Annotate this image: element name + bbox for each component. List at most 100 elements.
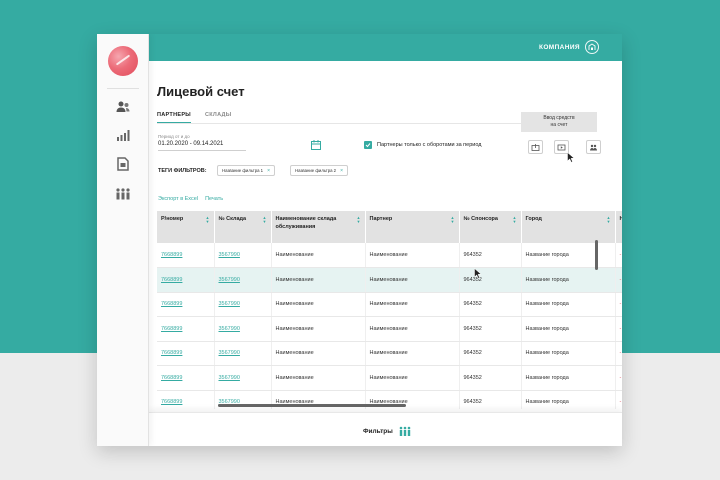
team-icon[interactable]: [114, 185, 132, 203]
mouse-cursor-icon: [474, 268, 482, 279]
table-cell: 7668899: [157, 365, 215, 391]
partners-button[interactable]: [586, 140, 601, 154]
sort-icon: ▲ ▼: [262, 215, 267, 224]
close-icon[interactable]: ×: [340, 168, 343, 174]
table-row[interactable]: 7668899 3567990 Наименование Наименование 96…: [157, 292, 622, 317]
warehouse-number-link[interactable]: 3567990: [219, 350, 240, 356]
table-cell: 7668899: [157, 316, 215, 342]
video-icon: [557, 144, 566, 150]
table-row[interactable]: 7668899 3567990 Наименование Наименование 96…: [157, 341, 622, 366]
table-cell: Название города: [521, 316, 616, 342]
partners-table: Р/номер ▲ ▼ № Склада ▲ ▼ Наименование склада…: [157, 211, 622, 409]
partner-number-link[interactable]: 7668899: [161, 375, 182, 381]
column-header[interactable]: Партнер ▲ ▼: [365, 211, 460, 243]
warehouse-number-link[interactable]: 3567990: [219, 375, 240, 381]
team-icon: [399, 426, 411, 436]
building-icon: [585, 40, 599, 54]
filters-label: Фильтры: [363, 428, 393, 435]
avatar[interactable]: [108, 46, 138, 76]
partner-number-link[interactable]: 7668899: [161, 350, 182, 356]
table-cell: Наименование: [365, 365, 460, 391]
sidebar: [97, 34, 149, 446]
mouse-cursor-icon: [567, 152, 575, 163]
table-cell: 964352: [459, 316, 522, 342]
warehouse-number-link[interactable]: 3567990: [219, 326, 240, 332]
partner-number-link[interactable]: 7668899: [161, 252, 182, 258]
table-cell: Наименование: [271, 267, 366, 293]
filter-tag: Название фильтра 2 ×: [290, 165, 348, 176]
horizontal-scrollbar[interactable]: [218, 404, 406, 407]
sort-icon: ▲ ▼: [450, 215, 455, 224]
document-icon[interactable]: [114, 155, 132, 173]
table-cell: 964352: [459, 243, 522, 268]
table-cell: -: [615, 390, 622, 409]
table-cell: Наименование: [271, 292, 366, 317]
table-cell: 964352: [459, 292, 522, 317]
deposit-tooltip: Ввод средств на счет: [521, 112, 597, 132]
sidebar-divider: [107, 88, 139, 89]
table-cell: -: [615, 267, 622, 293]
export-excel-link[interactable]: Экспорт в Excel: [158, 196, 198, 202]
table-cell: 3567990: [214, 243, 272, 268]
warehouse-number-link[interactable]: 3567990: [219, 301, 240, 307]
partners-icon: [590, 144, 597, 150]
table-row[interactable]: 7668899 3567990 Наименование Наименование 96…: [157, 267, 622, 293]
users-icon[interactable]: [114, 98, 132, 116]
table-cell: 964352: [459, 267, 522, 293]
tab-partners[interactable]: ПАРТНЕРЫ: [157, 112, 191, 123]
table-cell: 3567990: [214, 316, 272, 342]
table-cell: -: [615, 292, 622, 317]
table-cell: 7668899: [157, 390, 215, 409]
top-bar: КОМПАНИЯ: [149, 34, 622, 61]
sort-icon: ▲ ▼: [606, 215, 611, 224]
table-row[interactable]: 7668899 3567990 Наименование Наименование 96…: [157, 365, 622, 391]
vertical-scrollbar[interactable]: [595, 240, 598, 270]
partner-number-link[interactable]: 7668899: [161, 301, 182, 307]
table-cell: Название города: [521, 390, 616, 409]
table-cell: Название города: [521, 292, 616, 317]
close-icon[interactable]: ×: [267, 168, 270, 174]
print-link[interactable]: Печать: [205, 196, 223, 202]
table-cell: Наименование: [271, 316, 366, 342]
partner-number-link[interactable]: 7668899: [161, 326, 182, 332]
sort-icon: ▲ ▼: [356, 215, 361, 224]
column-header[interactable]: № Склада ▲ ▼: [214, 211, 272, 243]
table-cell: -: [615, 365, 622, 391]
partner-number-link[interactable]: 7668899: [161, 277, 182, 283]
column-header[interactable]: Р/номер ▲ ▼: [157, 211, 215, 243]
turnover-filter[interactable]: Партнеры только с оборотами за период: [364, 141, 482, 149]
page-title: Лицевой счет: [157, 84, 245, 99]
table-cell: 964352: [459, 341, 522, 366]
table-cell: -: [615, 341, 622, 366]
partner-number-link[interactable]: 7668899: [161, 399, 182, 405]
deposit-button[interactable]: [528, 140, 543, 154]
column-header[interactable]: Город ▲ ▼: [521, 211, 616, 243]
sort-icon: ▲ ▼: [205, 215, 210, 224]
company-menu[interactable]: КОМПАНИЯ: [539, 40, 599, 54]
column-header[interactable]: Н: [615, 211, 622, 243]
chart-icon[interactable]: [114, 126, 132, 144]
tabs: ПАРТНЕРЫ СКЛАДЫ: [157, 112, 231, 123]
tab-warehouses[interactable]: СКЛАДЫ: [205, 112, 231, 123]
footer-bar: Фильтры: [149, 412, 622, 446]
filters-button[interactable]: Фильтры: [363, 426, 411, 437]
table-cell: -: [615, 243, 622, 268]
period-input[interactable]: 01.20.2020 - 09.14.2021: [158, 141, 246, 147]
checkbox-label: Партнеры только с оборотами за период: [377, 142, 482, 148]
column-header[interactable]: № Спонсора ▲ ▼: [459, 211, 522, 243]
warehouse-number-link[interactable]: 3567990: [219, 277, 240, 283]
app-window: КОМПАНИЯ Лицевой счет ПАРТНЕРЫ СКЛАДЫ Вв…: [97, 34, 622, 446]
table-cell: 964352: [459, 390, 522, 409]
table-cell: Название города: [521, 341, 616, 366]
table-row[interactable]: 7668899 3567990 Наименование Наименование 96…: [157, 316, 622, 342]
checkbox[interactable]: [364, 141, 372, 149]
table-cell: Наименование: [365, 243, 460, 268]
table-cell: Наименование: [365, 267, 460, 293]
table-row[interactable]: 7668899 3567990 Наименование Наименование 96…: [157, 243, 622, 268]
calendar-icon[interactable]: [310, 138, 322, 150]
table-cell: 3567990: [214, 365, 272, 391]
warehouse-number-link[interactable]: 3567990: [219, 252, 240, 258]
table-cell: 964352: [459, 365, 522, 391]
table-cell: Название города: [521, 243, 616, 268]
column-header[interactable]: Наименование склада обслуживания ▲ ▼: [271, 211, 366, 243]
